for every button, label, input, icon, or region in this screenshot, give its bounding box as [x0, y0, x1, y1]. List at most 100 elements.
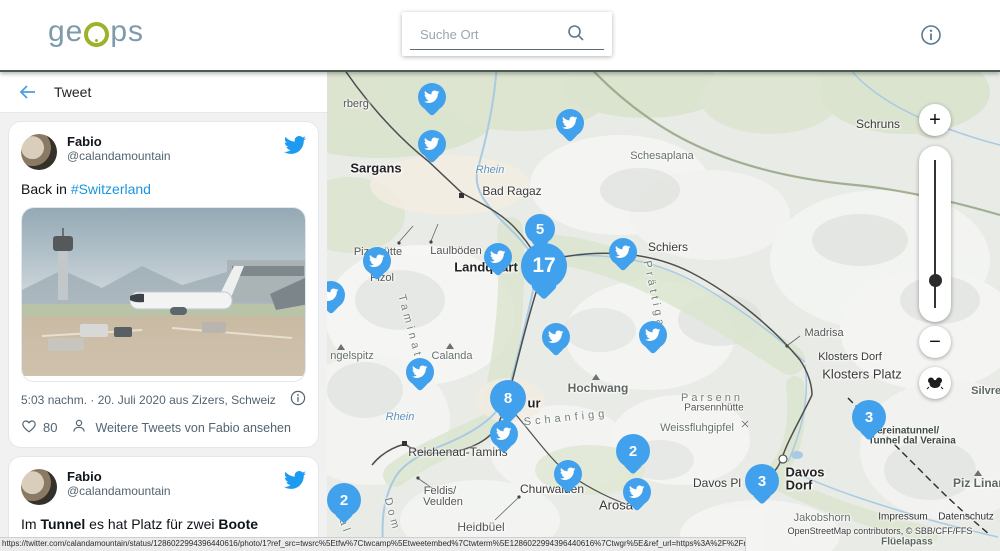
search-icon[interactable] [566, 23, 586, 43]
more-tweets-link[interactable]: Weitere Tweets von Fabio ansehen [95, 421, 291, 435]
twitter-icon[interactable] [284, 134, 306, 156]
tweet-card[interactable]: Fabio @calandamountain Im Tunnel es hat … [8, 456, 319, 538]
map-label-impressum[interactable]: Impressum [878, 512, 927, 523]
map-label-dorf: Dorf [786, 478, 813, 493]
tweet-pin[interactable] [490, 420, 518, 448]
peak-triangle-icon [974, 470, 982, 476]
app: rbergSargansRheinBad RagazSchrunsSchesap… [0, 0, 1000, 551]
fly-button[interactable] [919, 367, 951, 399]
cluster-pin[interactable]: 5 [525, 214, 555, 244]
twitter-bird-icon [412, 364, 427, 379]
zoom-slider-knob[interactable] [929, 274, 942, 287]
map-label-schesaplana: Schesaplana [630, 150, 694, 162]
peak-triangle-icon [592, 374, 600, 380]
panel-header: Tweet [0, 72, 327, 113]
hashtag-link[interactable]: #Switzerland [71, 181, 151, 197]
tweet-pin[interactable] [554, 460, 582, 488]
tweet-pin[interactable] [363, 247, 391, 275]
map-label-ngelspitz: ngelspitz [330, 350, 373, 362]
status-bar: https://twitter.com/calandamountain/stat… [0, 537, 746, 551]
tweet-pin[interactable] [406, 358, 434, 386]
map-label-tunnel-dal-veraina: Tunnel dal Veraina [868, 436, 956, 447]
minus-icon: − [929, 331, 941, 354]
map-label-klosters-platz: Klosters Platz [822, 367, 901, 382]
map-label-heidbüel: Heidbüel [457, 520, 504, 534]
cluster-pin[interactable]: 8 [490, 380, 526, 416]
twitter-bird-icon [548, 329, 563, 344]
map-label-bad-ragaz: Bad Ragaz [482, 184, 541, 198]
zoom-slider[interactable] [919, 146, 951, 322]
twitter-bird-icon [615, 244, 630, 259]
tweet-pin[interactable] [639, 321, 667, 349]
profile-icon [71, 418, 87, 437]
map-label-madrisa: Madrisa [804, 327, 843, 339]
search-input[interactable] [418, 22, 562, 46]
tweet-author-handle[interactable]: @calandamountain [67, 484, 284, 499]
twitter-bird-icon [424, 89, 439, 104]
map-label-veulden: Veulden [423, 496, 463, 508]
twitter-bird-icon [562, 115, 577, 130]
tweet-panel: Tweet Fabio @calandamountain Back in #Sw… [0, 72, 327, 538]
map-label-flüelapass: Flüelapass [881, 537, 933, 548]
zoom-out-button[interactable]: − [919, 326, 951, 358]
panel-title: Tweet [54, 84, 91, 100]
map-label-openstreetmap-contributors-sbb-cff-ffs: OpenStreetMap contributors, © SBB/CFF/FF… [788, 526, 973, 536]
logo-text-post: ps [110, 15, 144, 49]
tweet-author-handle[interactable]: @calandamountain [67, 149, 284, 164]
logo-text-pre: ge [48, 15, 83, 49]
twitter-icon[interactable] [284, 469, 306, 491]
map-label-silvret: Silvret [971, 385, 1000, 397]
map-label-davos-pl: Davos Pl [693, 476, 741, 490]
map-label-schiers: Schiers [648, 240, 688, 254]
info-button[interactable] [919, 23, 943, 47]
map-label-jakobshorn: Jakobshorn [794, 512, 851, 524]
cluster-pin[interactable]: 3 [852, 400, 886, 434]
tweet-pin[interactable] [418, 130, 446, 158]
cluster-pin[interactable]: 2 [616, 434, 650, 468]
status-url: https://twitter.com/calandamountain/stat… [0, 538, 745, 550]
map-label-laulböden: Laulböden [430, 245, 481, 257]
cluster-pin[interactable]: 2 [327, 483, 361, 517]
tweet-pin[interactable] [556, 109, 584, 137]
peak-triangle-icon [446, 343, 454, 349]
map-label-hochwang: Hochwang [568, 381, 629, 395]
logo-o-ring [84, 22, 109, 47]
map-label-rberg: rberg [343, 98, 369, 110]
tweet-author-name[interactable]: Fabio [67, 469, 284, 484]
map-label-ur: ur [528, 396, 541, 411]
tweet-timestamp: 5:03 nachm. · 20. Juli 2020 aus Zizers, … [21, 393, 276, 407]
map-label-datenschutz[interactable]: Datenschutz [938, 512, 994, 523]
tweet-text: Back in #Switzerland [21, 180, 306, 198]
tweet-text: Im Tunnel es hat Platz für zwei Boote [21, 515, 306, 533]
tweet-pin[interactable] [418, 83, 446, 111]
map-label-schruns: Schruns [856, 117, 900, 131]
peak-triangle-icon [337, 344, 345, 350]
tweet-author-name[interactable]: Fabio [67, 134, 284, 149]
tweet-photo-airport[interactable] [21, 207, 306, 382]
cluster-pin[interactable]: 3 [745, 464, 779, 498]
tweet-info-icon[interactable] [290, 390, 306, 409]
cluster-pin[interactable]: 17 [521, 243, 567, 289]
like-button[interactable] [21, 418, 37, 437]
twitter-bird-icon [629, 484, 644, 499]
tweet-pin[interactable] [609, 238, 637, 266]
zoom-in-button[interactable]: + [919, 104, 951, 136]
map-label-klosters-dorf: Klosters Dorf [818, 351, 882, 363]
back-button[interactable] [18, 82, 38, 102]
map-label-weissfluhgipfel: Weissfluhgipfel [660, 422, 734, 434]
fly-icon [926, 376, 944, 390]
map-label-rhein: Rhein [476, 164, 505, 176]
avatar[interactable] [21, 469, 57, 505]
twitter-bird-icon [560, 466, 575, 481]
avatar[interactable] [21, 134, 57, 170]
app-header: geps [0, 0, 1000, 72]
plus-icon: + [929, 109, 941, 132]
twitter-bird-icon [490, 249, 505, 264]
geops-logo[interactable]: geps [48, 15, 144, 49]
tweet-card[interactable]: Fabio @calandamountain Back in #Switzerl… [8, 121, 319, 448]
map-label-calanda: Calanda [432, 350, 473, 362]
twitter-bird-icon [496, 426, 511, 441]
tweet-pin[interactable] [623, 478, 651, 506]
tweet-pin[interactable] [484, 243, 512, 271]
tweet-pin[interactable] [542, 323, 570, 351]
